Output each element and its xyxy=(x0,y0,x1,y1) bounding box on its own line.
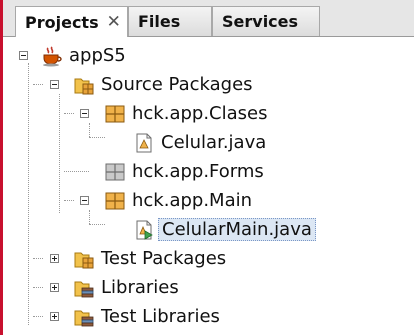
tree-guide-line xyxy=(89,210,90,224)
empty-package-icon xyxy=(104,161,126,183)
collapse-toggle-icon[interactable] xyxy=(50,80,59,89)
tree-node-test-packages[interactable]: Test Packages xyxy=(73,244,226,273)
source-packages-label: Source Packages xyxy=(101,74,253,95)
projects-window: Projects ✕ Files Services appS5 Source P… xyxy=(0,0,414,335)
java-class-icon xyxy=(133,132,155,154)
tree-node-package[interactable]: hck.app.Main xyxy=(104,186,252,215)
tree-node-project[interactable]: appS5 xyxy=(41,41,126,70)
test-libraries-label: Test Libraries xyxy=(101,306,220,327)
coffee-cup-icon xyxy=(41,45,63,67)
tree-guide-line xyxy=(33,258,43,259)
collapse-toggle-icon[interactable] xyxy=(80,196,89,205)
java-main-class-icon xyxy=(133,219,155,241)
tree-node-java-file[interactable]: Celular.java xyxy=(133,128,266,157)
tab-files[interactable]: Files xyxy=(128,6,212,36)
tree-guide-line xyxy=(33,316,43,317)
package-label: hck.app.Forms xyxy=(132,161,264,182)
expand-toggle-icon[interactable] xyxy=(50,254,59,263)
tree-guide-line xyxy=(89,137,105,138)
library-folder-icon xyxy=(73,306,95,328)
tab-projects-label: Projects xyxy=(25,12,99,32)
tab-bar: Projects ✕ Files Services xyxy=(3,0,414,37)
tree-node-source-packages[interactable]: Source Packages xyxy=(73,70,253,99)
package-icon xyxy=(104,190,126,212)
tab-projects[interactable]: Projects ✕ xyxy=(15,6,128,37)
package-label: hck.app.Main xyxy=(132,190,253,211)
tab-files-label: Files xyxy=(138,12,181,31)
expand-toggle-icon[interactable] xyxy=(50,312,59,321)
close-icon[interactable]: ✕ xyxy=(107,13,121,31)
tree-node-java-file[interactable]: CelularMain.java xyxy=(133,215,316,244)
libraries-label: Libraries xyxy=(101,277,179,298)
tree-node-package[interactable]: hck.app.Clases xyxy=(104,99,267,128)
tree-guide-line xyxy=(64,200,74,201)
tree-node-libraries[interactable]: Libraries xyxy=(73,273,179,302)
tree-guide-line xyxy=(64,171,89,172)
tab-services-label: Services xyxy=(222,12,299,31)
file-label: CelularMain.java xyxy=(158,218,316,241)
tree-guide-line xyxy=(33,287,43,288)
tab-services[interactable]: Services xyxy=(212,6,320,36)
collapse-toggle-icon[interactable] xyxy=(19,51,28,60)
tree-guide-line xyxy=(89,123,90,137)
tree-node-package[interactable]: hck.app.Forms xyxy=(104,157,264,186)
project-label: appS5 xyxy=(69,45,126,66)
collapse-toggle-icon[interactable] xyxy=(80,109,89,118)
tree-guide-line xyxy=(64,113,74,114)
tree-node-test-libraries[interactable]: Test Libraries xyxy=(73,302,220,331)
project-tree: appS5 Source Packages hck.app.Clases Cel… xyxy=(3,37,414,335)
package-label: hck.app.Clases xyxy=(132,103,268,124)
tree-guide-line xyxy=(59,94,60,213)
test-folder-icon xyxy=(73,248,95,270)
tree-guide-line xyxy=(33,84,43,85)
expand-toggle-icon[interactable] xyxy=(50,283,59,292)
source-folder-icon xyxy=(73,74,95,96)
tree-guide-line xyxy=(89,224,105,225)
library-folder-icon xyxy=(73,277,95,299)
package-icon xyxy=(104,103,126,125)
test-packages-label: Test Packages xyxy=(101,248,227,269)
file-label: Celular.java xyxy=(161,132,267,153)
tree-guide-line xyxy=(28,63,29,325)
